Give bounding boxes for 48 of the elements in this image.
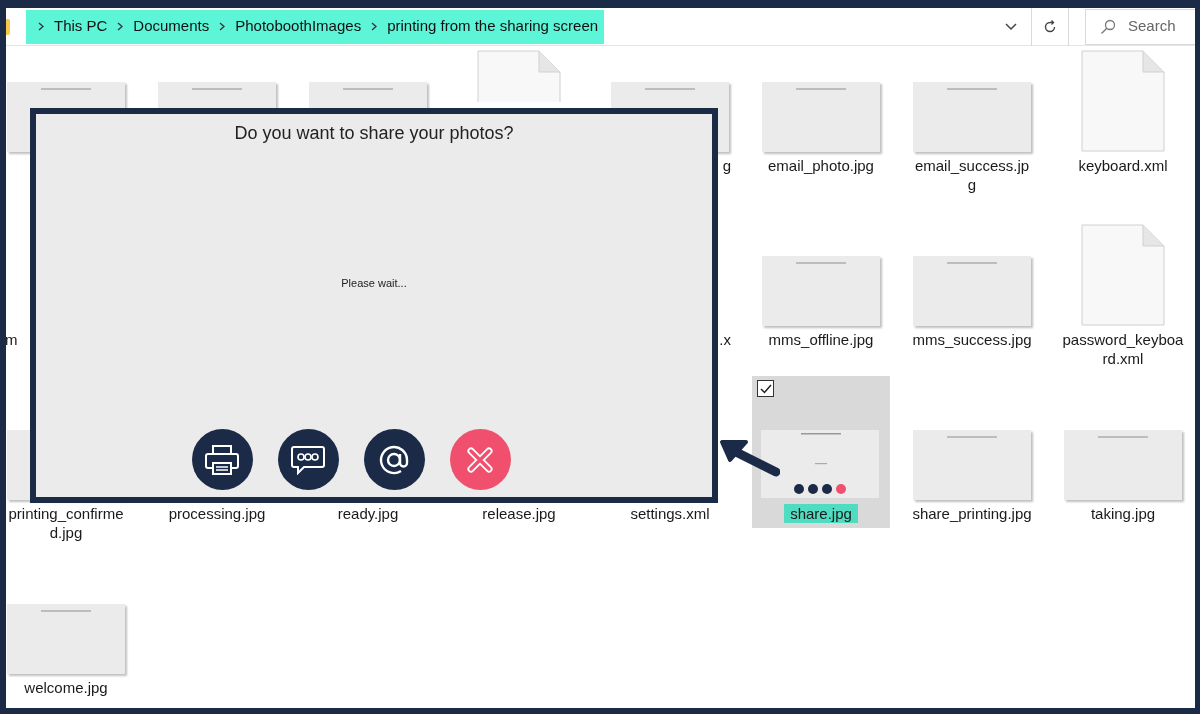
breadcrumb-item[interactable]: Documents [133,15,210,38]
document-icon [1081,224,1165,326]
chat-bubble-icon [290,444,326,475]
file-name: release.jpg [482,505,556,522]
folder-icon [6,18,10,35]
file-name: keyboard.xml [1078,157,1168,174]
dropdown-icon[interactable] [1005,22,1017,31]
checkbox[interactable] [757,380,774,397]
file-name: share_printing.jpg [912,505,1032,522]
search-icon [1100,18,1116,35]
file-name: mms_offline.jpg [768,331,874,348]
file-name: settings.xml [630,505,710,522]
chevron-right-icon [219,22,226,31]
refresh-button[interactable] [1031,8,1069,46]
breadcrumb-bar[interactable]: This PC Documents PhotoboothImages printing from the sharing screen [26,9,605,44]
chevron-right-icon [117,22,124,31]
file-name: processing.jpg [168,505,266,522]
email-button[interactable] [363,429,425,490]
breadcrumb-item[interactable]: This PC [54,15,108,38]
chevron-right-icon [371,22,378,31]
refresh-icon [1043,19,1057,34]
at-sign-icon [378,443,410,476]
close-icon [466,445,494,474]
file-name: mms_success.jpg [912,331,1032,348]
check-icon [759,383,772,394]
file-name: m [6,331,18,348]
search-field[interactable]: Search [1085,8,1195,45]
file-item[interactable]: share.jpg [752,376,890,528]
message-button[interactable] [277,429,339,490]
wait-message: Please wait... [341,275,407,291]
file-name: welcome.jpg [24,679,108,696]
chevron-right-icon [38,22,44,31]
breadcrumb-item[interactable]: printing from the sharing screen [387,15,599,38]
file-name: printing_confirmed.jpg [8,505,124,541]
print-button[interactable] [191,429,253,490]
printer-icon [204,443,240,476]
cancel-button[interactable] [449,429,511,490]
document-icon [1081,50,1165,152]
file-name: email_photo.jpg [768,157,874,174]
file-name: .x [719,331,731,348]
file-name: taking.jpg [1090,505,1156,522]
file-name: password_keyboard.xml [1062,331,1184,367]
breadcrumb-item[interactable]: PhotoboothImages [235,15,362,38]
file-name: g [722,157,731,174]
file-name: ready.jpg [337,505,399,522]
dialog-title: Do you want to share your photos? [234,122,514,145]
file-name: share.jpg [784,504,858,523]
file-name: email_success.jpg [914,157,1030,193]
